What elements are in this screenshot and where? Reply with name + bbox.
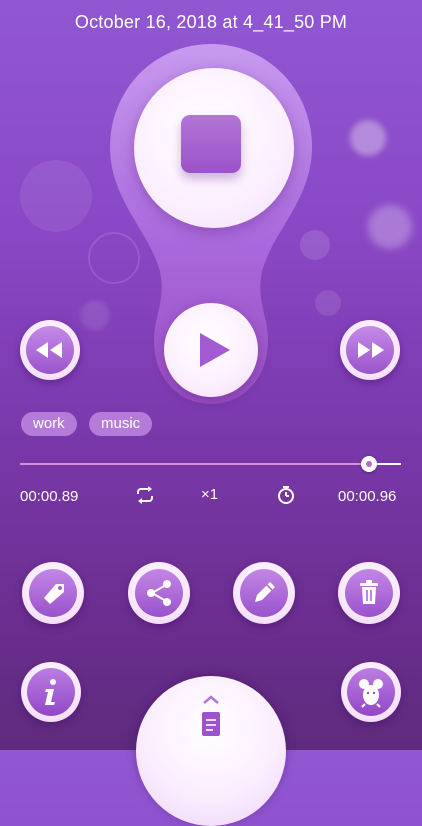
play-button[interactable]	[164, 303, 258, 397]
progress-fill	[20, 463, 369, 465]
document-icon	[202, 712, 220, 736]
share-button[interactable]	[128, 562, 190, 624]
mouse-icon	[359, 679, 383, 708]
progress-slider[interactable]	[20, 456, 401, 472]
mouse-button[interactable]	[341, 662, 401, 722]
timer-icon[interactable]	[276, 485, 296, 505]
tag-chip-work[interactable]: work	[21, 412, 77, 436]
delete-button[interactable]	[338, 562, 400, 624]
stop-button[interactable]	[181, 115, 241, 173]
progress-thumb[interactable]	[361, 456, 377, 472]
fast-forward-button[interactable]	[340, 320, 400, 380]
chevron-up-icon	[203, 695, 219, 704]
tag-icon	[44, 584, 64, 604]
share-icon	[147, 580, 171, 606]
pencil-icon	[255, 582, 275, 602]
edit-button[interactable]	[233, 562, 295, 624]
tag-chip-music[interactable]: music	[89, 412, 153, 436]
trash-icon	[360, 580, 378, 604]
playback-speed[interactable]: ×1	[201, 486, 218, 503]
total-duration: 00:00.96	[338, 488, 397, 505]
play-icon	[200, 333, 230, 367]
info-button[interactable]	[21, 662, 81, 722]
elapsed-time: 00:00.89	[20, 488, 79, 505]
notes-drawer-glyphs	[202, 695, 220, 736]
info-icon	[45, 679, 56, 705]
notes-drawer-handle[interactable]	[136, 676, 286, 826]
tag-button[interactable]	[22, 562, 84, 624]
fast-forward-icon	[358, 342, 384, 358]
rewind-button[interactable]	[20, 320, 80, 380]
repeat-icon[interactable]	[134, 485, 156, 505]
rewind-icon	[36, 342, 62, 358]
